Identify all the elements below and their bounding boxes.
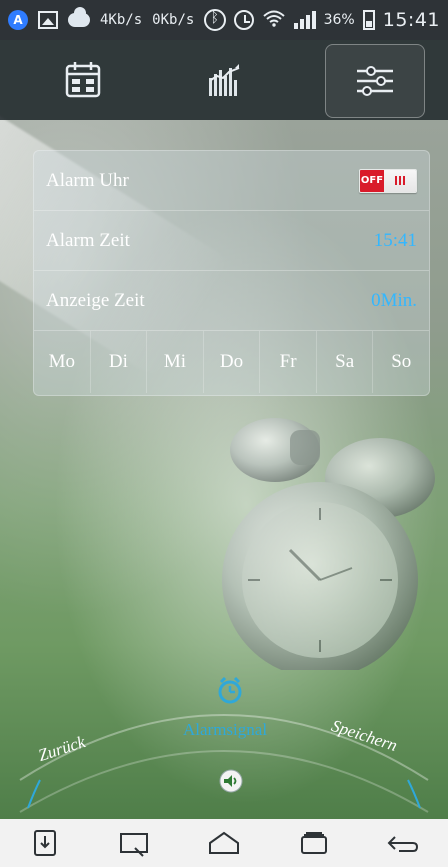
status-left: A 4Kb/s 0Kb/s (8, 0, 194, 40)
bluetooth-icon (203, 9, 226, 31)
calendar-icon (65, 62, 101, 98)
net-down-rate: 4Kb/s (100, 12, 143, 28)
day-so[interactable]: So (372, 331, 429, 393)
status-right: 36% 15:41 (203, 0, 440, 40)
day-sa[interactable]: Sa (315, 331, 373, 393)
stats-icon (209, 64, 240, 96)
status-time: 15:41 (382, 9, 440, 31)
alarm-signal-icon[interactable] (215, 676, 245, 711)
tab-settings[interactable] (325, 44, 425, 118)
alarm-settings-panel: Alarm Uhr OFF Alarm Zeit 15:41 Anzeige Z… (33, 150, 430, 396)
net-up-rate: 0Kb/s (152, 12, 195, 28)
nav-home-button[interactable] (194, 819, 254, 867)
display-time-row[interactable]: Anzeige Zeit 0Min. (34, 271, 429, 331)
battery-percent: 36% (323, 12, 355, 28)
toggle-knob (384, 169, 416, 192)
wifi-icon (262, 9, 286, 31)
app-notification-icon: A (8, 10, 28, 30)
nav-download-button[interactable] (15, 819, 75, 867)
bottom-arc-menu: Zurück Alarmsignal Speichern (0, 660, 448, 820)
day-do[interactable]: Do (202, 331, 260, 393)
day-di[interactable]: Di (89, 331, 147, 393)
nav-back-button[interactable] (373, 819, 433, 867)
day-mo[interactable]: Mo (34, 331, 90, 393)
tab-stats[interactable] (176, 44, 276, 116)
knob-grip-icon (395, 176, 405, 185)
system-navigation-bar (0, 819, 448, 867)
toggle-state-label: OFF (360, 169, 384, 192)
home-icon (208, 831, 239, 854)
nav-window-button[interactable] (284, 819, 344, 867)
sliders-icon (357, 66, 393, 96)
nav-recent-button[interactable] (104, 819, 164, 867)
alarm-clock-label: Alarm Uhr (46, 169, 129, 191)
recent-icon (120, 833, 149, 857)
day-mi[interactable]: Mi (146, 331, 203, 393)
alarm-clock-illustration (222, 418, 435, 670)
alarm-time-value: 15:41 (373, 229, 417, 251)
display-time-value: 0Min. (371, 289, 417, 311)
alarm-clock-row: Alarm Uhr OFF (34, 151, 429, 211)
cloud-icon (68, 7, 90, 27)
download-icon (33, 830, 56, 856)
back-icon (387, 836, 419, 852)
battery-icon (362, 10, 375, 30)
top-tab-bar (0, 40, 448, 120)
alarm-clock-toggle[interactable]: OFF (359, 168, 417, 193)
weekday-selector: Mo Di Mi Do Fr Sa So (34, 331, 429, 393)
display-time-label: Anzeige Zeit (46, 289, 145, 311)
alarm-time-label: Alarm Zeit (46, 229, 130, 251)
status-bar: A 4Kb/s 0Kb/s 36% 15:41 (0, 0, 448, 40)
alarm-status-icon (233, 10, 254, 30)
window-icon (300, 832, 327, 854)
tab-calendar[interactable] (33, 44, 133, 116)
sound-preview-icon[interactable] (218, 768, 244, 799)
alarm-time-row[interactable]: Alarm Zeit 15:41 (34, 211, 429, 271)
signal-strength-icon (293, 11, 316, 29)
day-fr[interactable]: Fr (259, 331, 316, 393)
alarm-signal-button[interactable]: Alarmsignal (183, 720, 267, 740)
image-notification-icon (38, 11, 58, 29)
